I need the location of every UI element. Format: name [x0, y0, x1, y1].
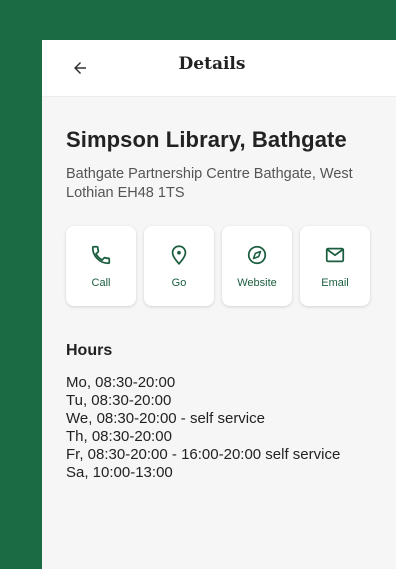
- email-button[interactable]: Email: [300, 226, 370, 306]
- location-pin-icon: [167, 243, 191, 267]
- details-screen: Details Simpson Library, Bathgate Bathga…: [42, 40, 396, 569]
- details-content: Simpson Library, Bathgate Bathgate Partn…: [42, 127, 396, 482]
- hours-line: Fr, 08:30-20:00 - 16:00-20:00 self servi…: [66, 446, 341, 463]
- phone-icon: [89, 243, 113, 267]
- hours-heading: Hours: [66, 342, 113, 359]
- website-label: Website: [237, 277, 277, 289]
- go-button[interactable]: Go: [144, 226, 214, 306]
- hours-list: Mo, 08:30-20:00 Tu, 08:30-20:00 We, 08:3…: [66, 374, 376, 482]
- page-title: Details: [178, 54, 246, 74]
- go-label: Go: [171, 277, 187, 289]
- hours-line: Mo, 08:30-20:00: [66, 374, 176, 391]
- library-address: Bathgate Partnership Centre Bathgate, We…: [66, 166, 353, 201]
- hours-line: Th, 08:30-20:00: [66, 428, 172, 445]
- call-button[interactable]: Call: [66, 226, 136, 306]
- call-label: Call: [91, 277, 111, 289]
- mail-icon: [323, 243, 347, 267]
- compass-icon: [245, 243, 269, 267]
- email-label: Email: [321, 277, 349, 289]
- library-name: Simpson Library, Bathgate: [66, 127, 347, 152]
- top-app-bar: Details: [42, 40, 396, 97]
- website-button[interactable]: Website: [222, 226, 292, 306]
- hours-line: Tu, 08:30-20:00: [66, 392, 172, 409]
- hours-line: We, 08:30-20:00 - self service: [66, 410, 265, 427]
- hours-line: Sa, 10:00-13:00: [66, 464, 173, 481]
- action-buttons: Call Go Website Email: [66, 226, 372, 306]
